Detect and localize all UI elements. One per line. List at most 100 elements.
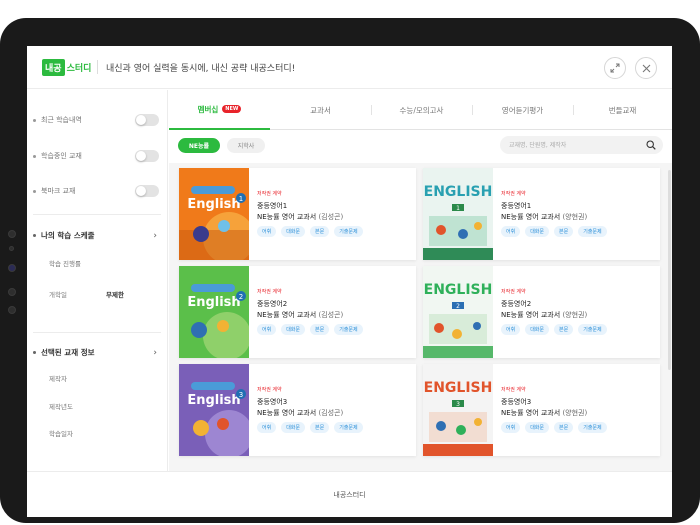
tab-exam[interactable]: 수능/모의고사 xyxy=(371,90,472,130)
tab-textbook[interactable]: 교과서 xyxy=(270,90,371,130)
cover-number: 1 xyxy=(239,195,243,203)
category-tabs: 멤버십 NEW 교과서 수능/모의고사 영어듣기평가 번들교재 xyxy=(169,90,672,130)
expand-icon xyxy=(610,63,620,73)
tag-vocab[interactable]: 어휘 xyxy=(257,324,277,335)
close-button[interactable] xyxy=(635,57,657,79)
book-tags: 어휘 대화문 본문 기출문제 xyxy=(501,422,612,433)
tab-membership[interactable]: 멤버십 NEW xyxy=(169,90,270,130)
book-card[interactable]: ENGLISH 1 저작권 계약 중등영어1 NE능률 영어 교과서 (양현권) xyxy=(423,168,660,260)
tag-vocab[interactable]: 어휘 xyxy=(501,324,521,335)
tag-text[interactable]: 본문 xyxy=(554,324,574,335)
tag-vocab[interactable]: 어휘 xyxy=(501,226,521,237)
book-card[interactable]: ENGLISH 2 저작권 계약 중등영어2 NE능률 영어 교과서 (양현권) xyxy=(423,266,660,358)
tag-text[interactable]: 본문 xyxy=(554,422,574,433)
book-cover: English 2 xyxy=(179,266,249,358)
book-card[interactable]: English 2 저작권 계약 중등영어2 NE능률 영어 교과서 (김성곤)… xyxy=(179,266,416,358)
tag-past-exam[interactable]: 기출문제 xyxy=(334,226,363,237)
cover-title: English xyxy=(187,295,240,310)
scrollbar[interactable] xyxy=(668,170,671,370)
book-card[interactable]: English 3 저작권 계약 중등영어3 NE능률 영어 교과서 (김성곤)… xyxy=(179,364,416,456)
toggle-bookmark[interactable] xyxy=(135,185,159,197)
chevron-right-icon: › xyxy=(153,230,157,241)
tag-dialogue[interactable]: 대화문 xyxy=(281,422,306,433)
book-tags: 어휘 대화문 본문 기출문제 xyxy=(257,422,368,433)
logo[interactable]: 내공 스터디 xyxy=(42,59,91,76)
chevron-right-icon: › xyxy=(153,347,157,358)
schedule-header[interactable]: 나의 학습 스케줄 › xyxy=(33,230,157,241)
sidebar-divider xyxy=(33,214,161,215)
tag-text[interactable]: 본문 xyxy=(554,226,574,237)
book-title: 중등영어2 xyxy=(501,300,532,308)
book-subtitle-text: NE능률 영어 교과서 xyxy=(257,213,317,221)
book-author: (김성곤) xyxy=(318,311,344,319)
sidebar-item-bookmark: 북마크 교재 xyxy=(33,186,75,196)
tab-listening[interactable]: 영어듣기평가 xyxy=(472,90,573,130)
toggle-recent[interactable] xyxy=(135,114,159,126)
tag-past-exam[interactable]: 기출문제 xyxy=(334,422,363,433)
tag-text[interactable]: 본문 xyxy=(310,226,330,237)
filter-chip-neungyule[interactable]: NE능률 xyxy=(178,138,220,153)
tag-past-exam[interactable]: 기출문제 xyxy=(578,422,607,433)
book-title: 중등영어1 xyxy=(257,202,288,210)
sidebar-item-label: 학습중인 교재 xyxy=(41,152,82,160)
cover-title: ENGLISH xyxy=(424,380,493,396)
book-info-title: 선택된 교재 정보 xyxy=(41,348,95,357)
header-slogan: 내신과 영어 실력을 동시에, 내신 공략 내공스터디! xyxy=(106,64,296,74)
logo-box: 내공 xyxy=(42,59,65,76)
book-subtitle: NE능률 영어 교과서 (양현권) xyxy=(501,310,587,320)
book-subtitle-text: NE능률 영어 교과서 xyxy=(257,311,317,319)
tag-dialogue[interactable]: 대화문 xyxy=(281,324,306,335)
book-cover: ENGLISH 3 xyxy=(423,364,493,456)
search-box xyxy=(500,136,663,154)
tablet-frame: 내공 스터디 내신과 영어 실력을 동시에, 내신 공략 내공스터디! 최근 학… xyxy=(0,18,700,523)
book-card[interactable]: ENGLISH 3 저작권 계약 중등영어3 NE능률 영어 교과서 (양현권) xyxy=(423,364,660,456)
book-author: (양현권) xyxy=(562,311,588,319)
bullet xyxy=(33,118,36,122)
tag-vocab[interactable]: 어휘 xyxy=(257,226,277,237)
search-icon[interactable] xyxy=(646,140,656,150)
cover-title: ENGLISH xyxy=(424,184,493,200)
book-subtitle-text: NE능률 영어 교과서 xyxy=(501,311,561,319)
tag-dialogue[interactable]: 대화문 xyxy=(281,226,306,237)
tag-dialogue[interactable]: 대화문 xyxy=(525,422,550,433)
cover-title: English xyxy=(187,393,240,408)
tag-vocab[interactable]: 어휘 xyxy=(257,422,277,433)
tab-bundle[interactable]: 번들교재 xyxy=(573,90,672,130)
fullscreen-button[interactable] xyxy=(604,57,626,79)
tag-text[interactable]: 본문 xyxy=(310,422,330,433)
tag-dialogue[interactable]: 대화문 xyxy=(525,226,550,237)
bullet xyxy=(33,234,36,237)
book-subtitle: NE능률 영어 교과서 (김성곤) xyxy=(257,408,343,418)
book-author: (양현권) xyxy=(562,409,588,417)
cover-number: 1 xyxy=(456,205,460,212)
book-title: 중등영어2 xyxy=(257,300,288,308)
book-card[interactable]: English 1 저작권 계약 중등영어1 NE능률 영어 교과서 (김성곤)… xyxy=(179,168,416,260)
book-publisher: 저작권 계약 xyxy=(257,387,282,393)
toggle-studying[interactable] xyxy=(135,150,159,162)
progress-label: 학습 진행률 xyxy=(49,260,81,268)
tag-text[interactable]: 본문 xyxy=(310,324,330,335)
footer-label: 내공스터디 xyxy=(333,490,366,499)
book-info-item: 학습일자 xyxy=(49,430,73,438)
tag-past-exam[interactable]: 기출문제 xyxy=(334,324,363,335)
tab-label: 영어듣기평가 xyxy=(501,105,544,115)
sidebar: 최근 학습내역 학습중인 교재 북마크 교재 나의 학습 스케줄 › 학습 진행… xyxy=(27,90,168,471)
tag-dialogue[interactable]: 대화문 xyxy=(525,324,550,335)
bullet xyxy=(33,154,36,158)
tablet-camera xyxy=(8,264,16,272)
search-input[interactable] xyxy=(509,139,639,151)
bullet xyxy=(33,189,36,193)
filter-chip-jihaksa[interactable]: 지학사 xyxy=(227,138,265,153)
tag-past-exam[interactable]: 기출문제 xyxy=(578,226,607,237)
tab-label: 번들교재 xyxy=(608,105,637,115)
tablet-side-button xyxy=(8,288,16,296)
book-subtitle-text: NE능률 영어 교과서 xyxy=(257,409,317,417)
book-tags: 어휘 대화문 본문 기출문제 xyxy=(257,324,368,335)
book-author: (김성곤) xyxy=(318,409,344,417)
tag-vocab[interactable]: 어휘 xyxy=(501,422,521,433)
book-tags: 어휘 대화문 본문 기출문제 xyxy=(501,324,612,335)
tag-past-exam[interactable]: 기출문제 xyxy=(578,324,607,335)
book-subtitle: NE능률 영어 교과서 (양현권) xyxy=(501,408,587,418)
book-author: (김성곤) xyxy=(318,213,344,221)
book-info-header[interactable]: 선택된 교재 정보 › xyxy=(33,347,157,358)
